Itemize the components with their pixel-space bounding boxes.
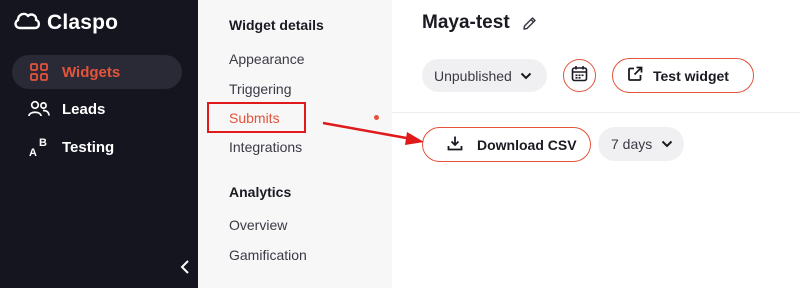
subnav-item-overview[interactable]: Overview (229, 217, 287, 233)
test-widget-label: Test widget (653, 67, 729, 84)
download-csv-label: Download CSV (477, 136, 577, 153)
pencil-icon[interactable] (522, 15, 538, 31)
sidebar-item-label: Testing (62, 138, 115, 156)
page-title: Maya-test (422, 12, 510, 33)
section-divider (392, 112, 800, 113)
logo-text: Claspo (47, 11, 119, 34)
subnav-item-integrations[interactable]: Integrations (229, 139, 302, 155)
sidebar-item-leads[interactable]: Leads (12, 92, 182, 126)
annotation-highlight-box (207, 102, 306, 133)
subnav-item-gamification[interactable]: Gamification (229, 247, 307, 263)
period-value: 7 days (611, 136, 653, 152)
sidebar-item-label: Leads (62, 100, 106, 118)
calendar-icon (571, 65, 588, 87)
collapse-sidebar-button[interactable] (178, 259, 192, 279)
active-indicator-dot (374, 115, 379, 120)
status-value: Unpublished (434, 67, 512, 84)
external-link-icon (627, 66, 643, 85)
main-content: Maya-test Unpublished Test widget Downlo… (392, 0, 800, 288)
calendar-button[interactable] (563, 59, 596, 92)
analytics-heading: Analytics (229, 184, 292, 200)
chevron-left-icon (180, 259, 190, 279)
download-icon (447, 135, 463, 154)
main-sidebar: Claspo Widgets Leads AB Testing (0, 0, 198, 288)
chevron-down-icon (520, 72, 532, 80)
grid-icon (28, 61, 50, 83)
chevron-down-icon (661, 140, 673, 148)
sidebar-item-widgets[interactable]: Widgets (12, 55, 182, 89)
logo[interactable]: Claspo (12, 10, 118, 36)
svg-text:B: B (39, 137, 47, 149)
period-dropdown[interactable]: 7 days (598, 127, 684, 161)
test-widget-button[interactable]: Test widget (612, 58, 754, 93)
download-csv-button[interactable]: Download CSV (422, 127, 591, 162)
users-icon (28, 98, 50, 120)
sidebar-item-testing[interactable]: AB Testing (12, 130, 182, 164)
subnav-item-triggering[interactable]: Triggering (229, 81, 292, 97)
sidebar-item-label: Widgets (62, 63, 121, 81)
widget-details-heading: Widget details (229, 17, 324, 33)
widget-subnav: Widget details Appearance Triggering Sub… (198, 0, 392, 288)
status-dropdown[interactable]: Unpublished (422, 59, 547, 92)
title-row: Maya-test (422, 12, 538, 34)
ab-test-icon: AB (28, 136, 50, 158)
cloud-logo-icon (12, 10, 42, 37)
svg-text:A: A (29, 147, 37, 158)
subnav-item-appearance[interactable]: Appearance (229, 51, 305, 67)
